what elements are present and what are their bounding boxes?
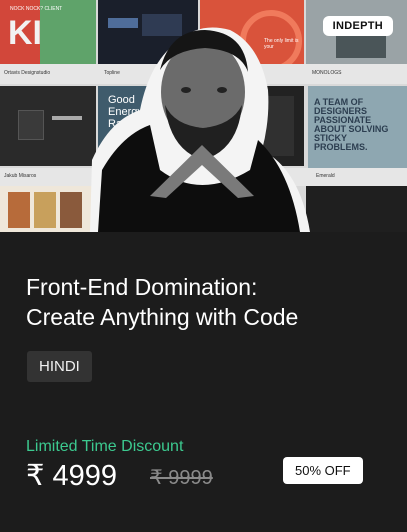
course-title[interactable]: Front-End Domination: Create Anything wi… xyxy=(26,272,386,332)
course-title-line2: Create Anything with Code xyxy=(26,304,299,330)
discount-label: Limited Time Discount xyxy=(26,438,184,455)
course-title-line1: Front-End Domination: xyxy=(26,274,258,300)
indepth-badge: INDEPTH xyxy=(322,16,393,36)
discount-badge: 50% OFF xyxy=(283,457,363,484)
original-price: ₹ 9999 xyxy=(150,467,213,489)
course-card[interactable]: NOCK NOCK? CLIENT KI The only limit is y… xyxy=(0,0,407,532)
course-thumbnail[interactable]: NOCK NOCK? CLIENT KI The only limit is y… xyxy=(0,0,407,232)
language-chip: HINDI xyxy=(27,351,92,382)
current-price: ₹ 4999 xyxy=(26,460,118,492)
